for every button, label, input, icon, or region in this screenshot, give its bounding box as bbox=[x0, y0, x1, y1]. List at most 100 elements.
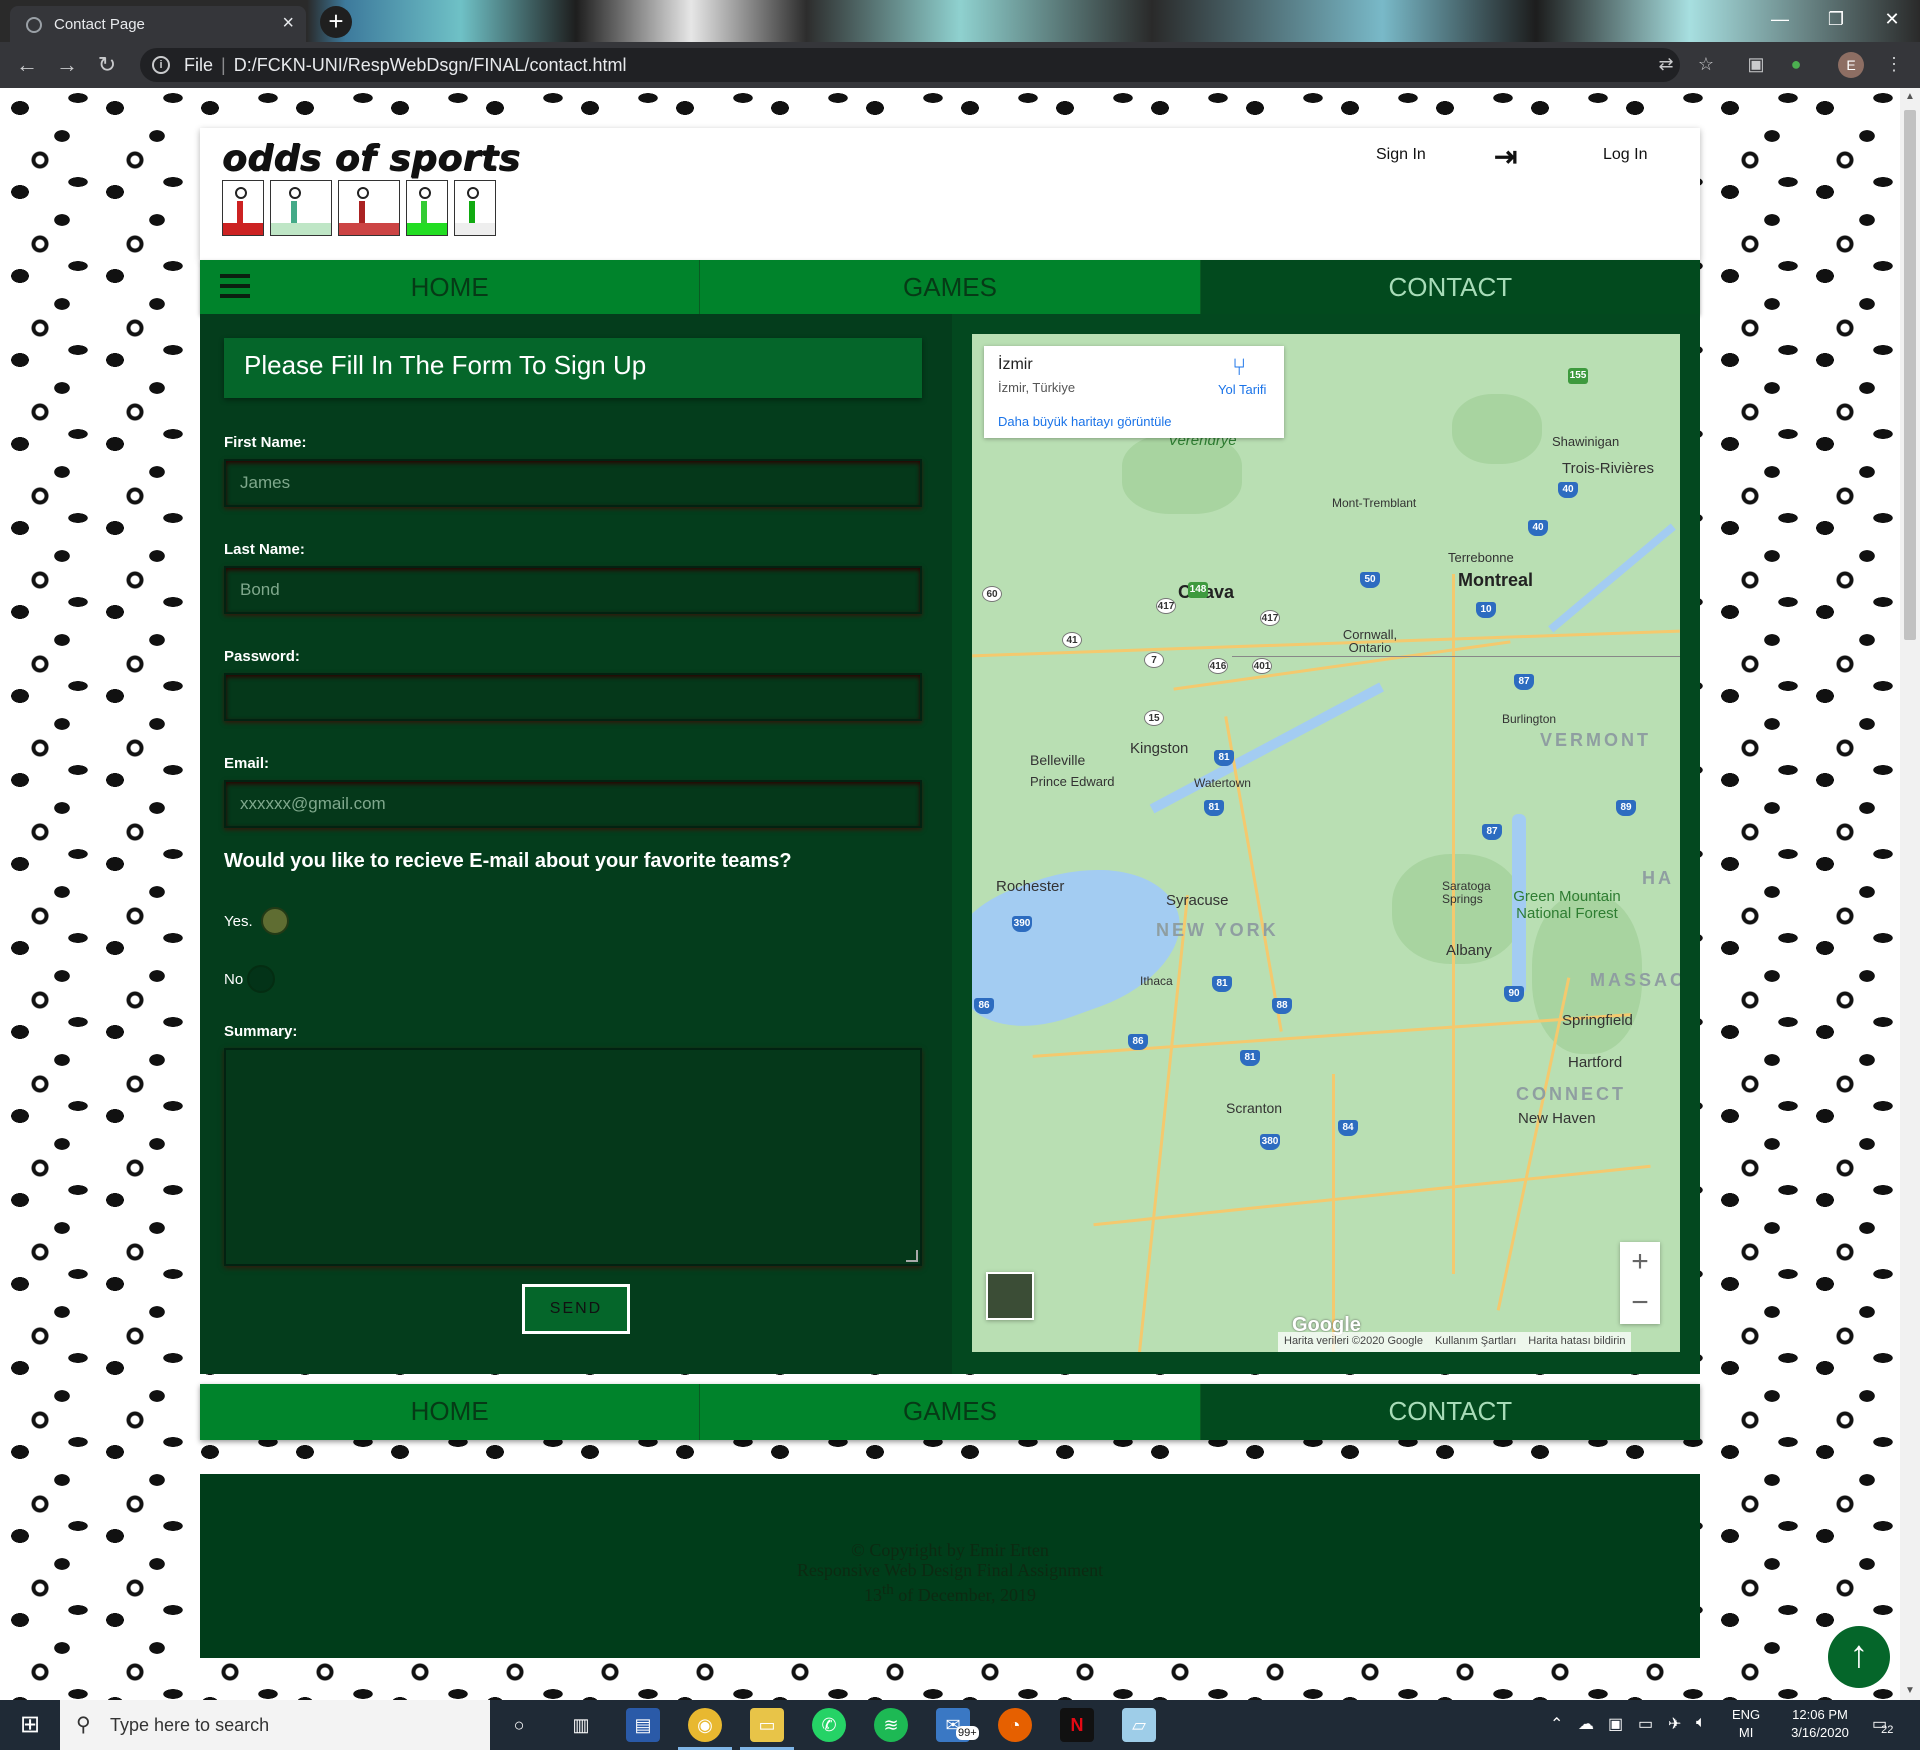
new-tab-button[interactable]: + bbox=[320, 6, 352, 38]
notifications-icon[interactable]: ▭22 bbox=[1872, 1714, 1899, 1736]
whatsapp-icon[interactable]: ✆ bbox=[812, 1708, 846, 1742]
back-to-top-button[interactable]: ↑ bbox=[1828, 1626, 1890, 1688]
netflix-icon[interactable]: N bbox=[1060, 1708, 1094, 1742]
directions-link[interactable]: Yol Tarifi bbox=[1218, 382, 1266, 397]
footer-nav-games[interactable]: GAMES bbox=[700, 1384, 1201, 1440]
clock[interactable]: 12:06 PM 3/16/2020 bbox=[1780, 1706, 1860, 1742]
spotify-icon[interactable]: ≋ bbox=[874, 1708, 908, 1742]
satellite-toggle[interactable] bbox=[986, 1272, 1034, 1320]
map-label-mont-tremblant: Mont-Tremblant bbox=[1332, 496, 1417, 510]
info-icon[interactable]: i bbox=[152, 56, 170, 74]
map-region-massachusetts: MASSAC bbox=[1590, 970, 1680, 990]
translate-icon[interactable]: ⇄ bbox=[1654, 52, 1678, 76]
map-label-rochester: Rochester bbox=[996, 878, 1065, 895]
tab-title: Contact Page bbox=[54, 15, 145, 33]
assignment-line: Responsive Web Design Final Assignment bbox=[796, 1560, 1104, 1580]
map-label-scranton: Scranton bbox=[1226, 1100, 1283, 1116]
chrome-icon[interactable]: ◉ bbox=[678, 1708, 732, 1750]
network-icon[interactable]: ✈ bbox=[1668, 1714, 1681, 1734]
footer-nav-contact[interactable]: CONTACT bbox=[1200, 1384, 1700, 1440]
footer-nav: HOME GAMES CONTACT bbox=[200, 1384, 1700, 1440]
firefox-icon[interactable]: ◔ bbox=[998, 1708, 1032, 1742]
task-view-icon[interactable]: ▥ bbox=[564, 1708, 598, 1742]
file-explorer-icon[interactable]: ▭ bbox=[740, 1708, 794, 1750]
address-bar[interactable]: i File | D:/FCKN-UNI/RespWebDsgn/FINAL/con… bbox=[140, 48, 1680, 82]
place-card: İzmir İzmir, Türkiye Daha büyük haritayı… bbox=[984, 346, 1284, 438]
volume-icon[interactable]: 🔈︎ bbox=[1696, 1714, 1706, 1732]
menu-dots-icon[interactable]: ⋮ bbox=[1882, 52, 1906, 76]
send-button[interactable]: SEND bbox=[522, 1284, 630, 1334]
map-region-connecticut: CONNECT bbox=[1516, 1084, 1626, 1104]
radio-yes[interactable] bbox=[260, 907, 289, 935]
zoom-in-button[interactable]: + bbox=[1620, 1242, 1660, 1283]
language-indicator[interactable]: ENG MI bbox=[1732, 1706, 1760, 1742]
forward-icon[interactable]: → bbox=[52, 50, 82, 80]
map-label-prince-edward: Prince Edward bbox=[1030, 774, 1115, 789]
restore-icon[interactable]: ❐ bbox=[1808, 0, 1864, 42]
mail-icon[interactable]: ✉ 99+ bbox=[936, 1708, 979, 1742]
last-name-input[interactable]: Bond bbox=[224, 566, 922, 614]
map-label-albany: Albany bbox=[1446, 942, 1492, 959]
terms-link[interactable]: Kullanım Şartları bbox=[1429, 1332, 1522, 1352]
bookmark-star-icon[interactable]: ☆ bbox=[1694, 52, 1718, 76]
highway-shield-icon: 81 bbox=[1204, 800, 1224, 816]
tray-app-icon[interactable]: ▣ bbox=[1608, 1714, 1623, 1734]
minimize-icon[interactable]: — bbox=[1752, 0, 1808, 42]
cortana-icon[interactable]: ○ bbox=[502, 1708, 536, 1742]
url-text: D:/FCKN-UNI/RespWebDsgn/FINAL/contact.ht… bbox=[233, 55, 627, 75]
map-region-vermont: VERMONT bbox=[1540, 730, 1651, 750]
notepad-icon[interactable]: ▱ bbox=[1122, 1708, 1156, 1742]
sign-in-link[interactable]: Sign In bbox=[1376, 146, 1426, 164]
reload-icon[interactable]: ↻ bbox=[92, 50, 122, 80]
highway-shield-icon: 40 bbox=[1558, 482, 1578, 498]
scrollbar-thumb[interactable] bbox=[1904, 110, 1916, 640]
login-arrow-icon[interactable]: ⇥ bbox=[1494, 140, 1517, 173]
first-name-input[interactable]: James bbox=[224, 459, 922, 507]
signup-form: Please Fill In The Form To Sign Up First… bbox=[200, 314, 952, 1374]
map-label-cornwall: Cornwall, Ontario bbox=[1342, 627, 1398, 655]
email-input[interactable]: xxxxxx@gmail.com bbox=[224, 780, 922, 828]
scroll-up-icon[interactable]: ▲ bbox=[1900, 88, 1920, 106]
scroll-down-icon[interactable]: ▼ bbox=[1900, 1682, 1920, 1700]
nav-home[interactable]: HOME bbox=[200, 260, 701, 314]
back-icon[interactable]: ← bbox=[12, 50, 42, 80]
zoom-controls: + − bbox=[1620, 1242, 1660, 1324]
highway-shield-icon: 417 bbox=[1260, 610, 1280, 626]
taskbar-search[interactable]: ⚲ Type here to search bbox=[60, 1700, 490, 1750]
footer-nav-home[interactable]: HOME bbox=[200, 1384, 701, 1440]
onedrive-icon[interactable]: ☁ bbox=[1578, 1714, 1594, 1734]
sport-image-tennis bbox=[270, 180, 332, 236]
hamburger-menu-icon[interactable] bbox=[220, 274, 250, 298]
zoom-out-button[interactable]: − bbox=[1620, 1283, 1660, 1324]
logo-sport-images bbox=[222, 180, 496, 236]
map-label-syracuse: Syracuse bbox=[1166, 892, 1229, 909]
close-tab-icon[interactable]: × bbox=[282, 12, 294, 35]
site-logo[interactable]: odds of sports bbox=[222, 138, 520, 179]
summary-textarea[interactable] bbox=[224, 1048, 922, 1266]
highway-shield-icon: 60 bbox=[982, 586, 1002, 602]
highway-shield-icon: 15 bbox=[1144, 710, 1164, 726]
grammarly-icon[interactable]: ● bbox=[1784, 52, 1808, 76]
window-close-icon[interactable]: ✕ bbox=[1864, 0, 1920, 42]
larger-map-link[interactable]: Daha büyük haritayı görüntüle bbox=[998, 414, 1171, 429]
log-in-link[interactable]: Log In bbox=[1603, 146, 1647, 164]
battery-icon[interactable]: ▭ bbox=[1638, 1714, 1653, 1734]
map-attribution: Harita verileri ©2020 Google Kullanım Şa… bbox=[1278, 1332, 1632, 1352]
report-error-link[interactable]: Harita hatası bildirin bbox=[1522, 1332, 1631, 1352]
extension-icon[interactable]: ▣ bbox=[1744, 52, 1768, 76]
browser-tab[interactable]: Contact Page × bbox=[10, 6, 306, 42]
google-map[interactable]: Ottava Montreal Kingston Rochester Syrac… bbox=[972, 334, 1680, 1352]
nav-games[interactable]: GAMES bbox=[700, 260, 1201, 314]
highway-shield-icon: 148 bbox=[1188, 582, 1208, 598]
tray-chevron-icon[interactable]: ⌃ bbox=[1550, 1714, 1563, 1734]
nav-contact[interactable]: CONTACT bbox=[1200, 260, 1700, 314]
windows-start-icon[interactable]: ⊞ bbox=[0, 1700, 60, 1750]
sport-image-golf bbox=[406, 180, 448, 236]
form-title: Please Fill In The Form To Sign Up bbox=[224, 338, 922, 398]
profile-avatar[interactable]: E bbox=[1838, 52, 1864, 78]
radio-no[interactable] bbox=[247, 965, 276, 993]
browser-titlebar: Contact Page × + — ❐ ✕ bbox=[0, 0, 1920, 42]
store-icon[interactable]: ▤ bbox=[626, 1708, 660, 1742]
directions-icon[interactable]: ⑂ bbox=[1232, 354, 1246, 382]
password-input[interactable] bbox=[224, 673, 922, 721]
